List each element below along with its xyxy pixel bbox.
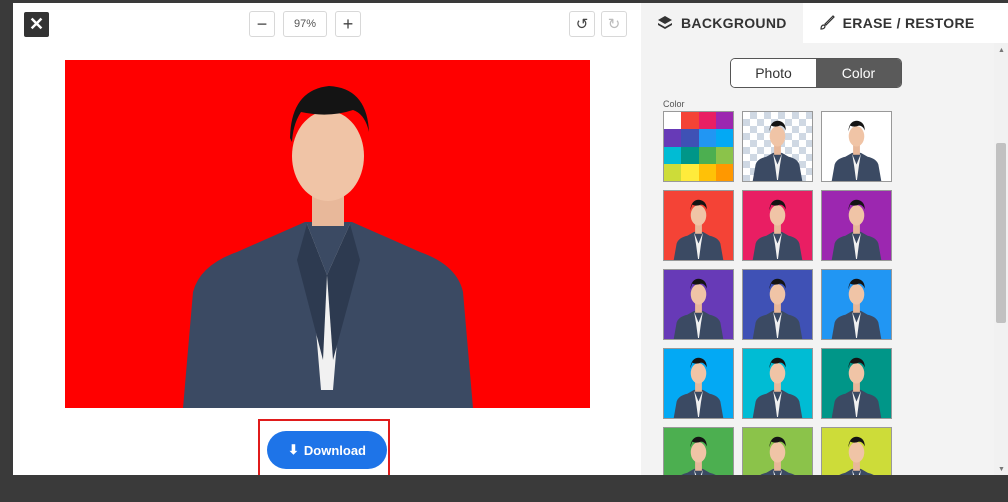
background-editor-modal: ✕ − 97% + ↺ ↻ ⬇ Download BACKGROUND ERAS…	[13, 3, 1008, 475]
mode-photo-option[interactable]: Photo	[731, 59, 816, 87]
background-color-swatch[interactable]	[663, 269, 734, 340]
background-color-swatch[interactable]	[821, 269, 892, 340]
minus-icon: −	[256, 13, 268, 34]
background-color-swatch[interactable]	[742, 190, 813, 261]
background-color-swatch[interactable]	[821, 348, 892, 419]
layers-icon	[658, 16, 672, 29]
palette-cell[interactable]	[698, 163, 716, 181]
tab-erase-restore-label: ERASE / RESTORE	[842, 15, 975, 31]
zoom-controls: − 97% +	[249, 11, 361, 37]
tab-background-label: BACKGROUND	[681, 15, 787, 31]
settings-panel: BACKGROUND ERASE / RESTORE Photo Color C…	[641, 3, 1008, 475]
image-canvas[interactable]	[65, 60, 590, 408]
palette-cell[interactable]	[664, 129, 682, 147]
brush-icon	[820, 15, 835, 30]
tab-erase-restore[interactable]: ERASE / RESTORE	[802, 3, 1008, 43]
zoom-in-button[interactable]: +	[335, 11, 361, 37]
background-color-swatch[interactable]	[742, 348, 813, 419]
palette-cell[interactable]	[681, 112, 699, 130]
palette-cell[interactable]	[664, 112, 682, 130]
palette-cell[interactable]	[681, 146, 699, 164]
background-color-swatch[interactable]	[821, 190, 892, 261]
palette-cell[interactable]	[698, 146, 716, 164]
tab-background[interactable]: BACKGROUND	[641, 3, 803, 43]
color-palette	[664, 112, 733, 181]
color-swatch-grid	[663, 111, 892, 475]
scroll-thumb[interactable]	[996, 143, 1006, 323]
palette-cell[interactable]	[698, 129, 716, 147]
undo-icon: ↺	[575, 16, 589, 33]
palette-cell[interactable]	[715, 146, 733, 164]
undo-button[interactable]: ↺	[569, 11, 595, 37]
palette-cell[interactable]	[681, 163, 699, 181]
history-controls: ↺ ↻	[569, 11, 627, 37]
background-color-swatch[interactable]	[742, 427, 813, 475]
zoom-out-button[interactable]: −	[249, 11, 275, 37]
plus-icon: +	[342, 13, 354, 34]
redo-button[interactable]: ↻	[601, 11, 627, 37]
background-color-swatch[interactable]	[663, 190, 734, 261]
scroll-down-icon: ▼	[998, 466, 1005, 473]
palette-cell[interactable]	[664, 146, 682, 164]
background-color-swatch[interactable]	[663, 427, 734, 475]
palette-cell[interactable]	[698, 112, 716, 130]
download-button[interactable]: ⬇ Download	[267, 431, 387, 469]
background-color-swatch[interactable]	[742, 269, 813, 340]
palette-cell[interactable]	[715, 129, 733, 147]
custom-color-palette-swatch[interactable]	[663, 111, 734, 182]
color-section-label: Color	[663, 99, 685, 109]
panel-tabs: BACKGROUND ERASE / RESTORE	[641, 3, 1008, 43]
background-color-swatch[interactable]	[821, 427, 892, 475]
palette-cell[interactable]	[681, 129, 699, 147]
redo-icon: ↻	[607, 16, 621, 33]
background-color-swatch[interactable]	[663, 348, 734, 419]
scroll-up-icon: ▲	[998, 47, 1005, 54]
mode-toggle: Photo Color	[730, 58, 902, 88]
close-icon: ✕	[28, 14, 45, 34]
mode-color-option[interactable]: Color	[816, 59, 901, 87]
transparent-background-swatch[interactable]	[742, 111, 813, 182]
palette-cell[interactable]	[715, 163, 733, 181]
palette-cell[interactable]	[715, 112, 733, 130]
person-photo	[183, 86, 473, 408]
zoom-level: 97%	[283, 11, 327, 37]
download-icon: ⬇	[287, 442, 299, 457]
panel-scrollbar[interactable]: ▲ ▼	[994, 43, 1008, 475]
background-color-swatch[interactable]	[821, 111, 892, 182]
palette-cell[interactable]	[664, 163, 682, 181]
close-button[interactable]: ✕	[24, 12, 49, 37]
download-label: Download	[303, 442, 366, 458]
